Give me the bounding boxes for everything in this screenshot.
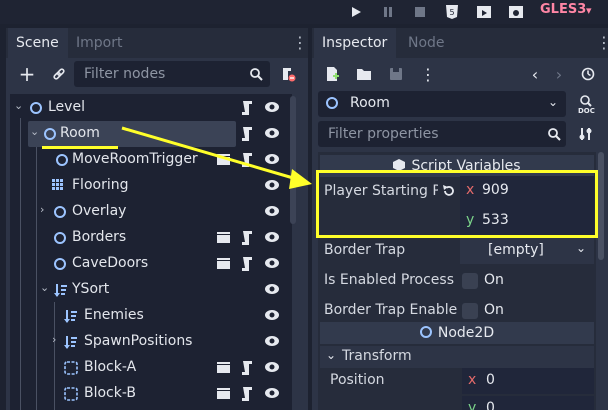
annotation-arrow xyxy=(121,126,312,189)
